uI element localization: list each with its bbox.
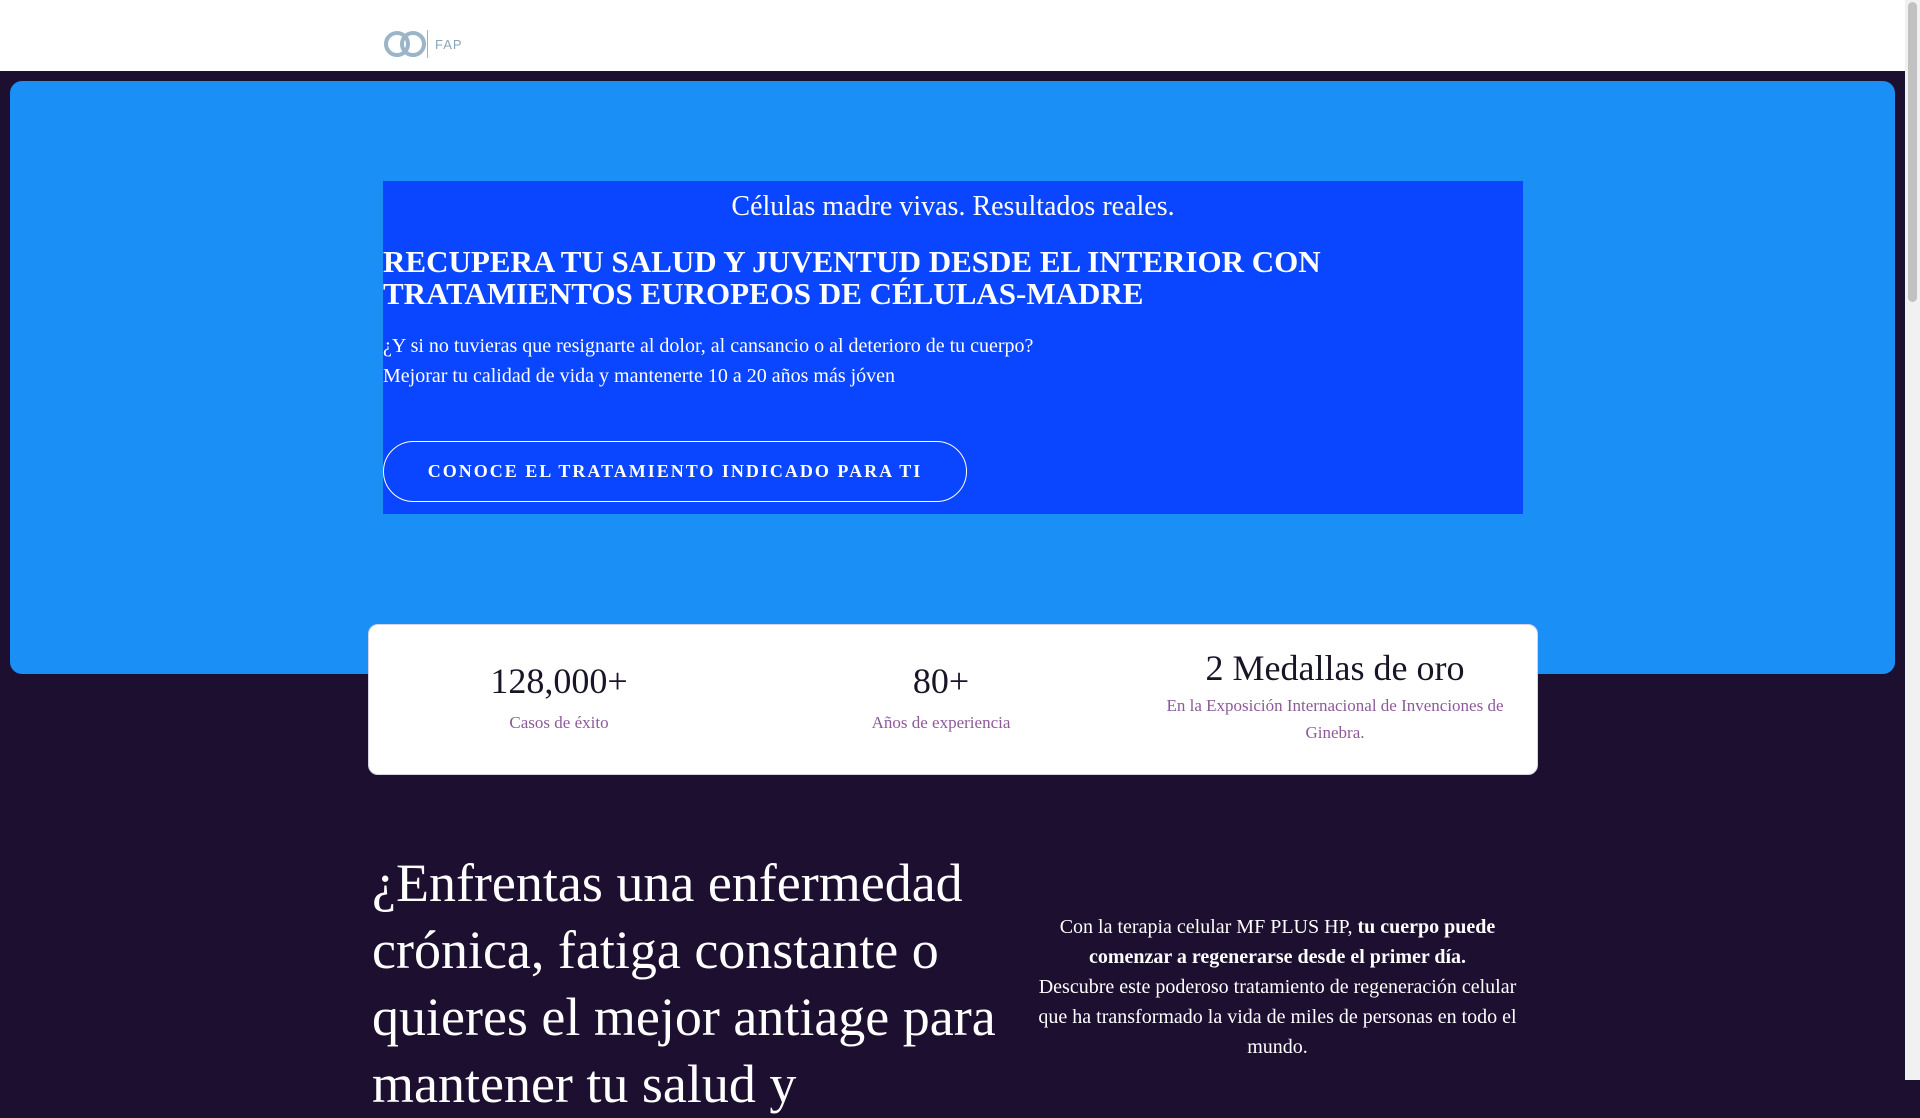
scrollbar[interactable] [1905, 0, 1920, 1080]
stat-value: 128,000+ [490, 661, 628, 701]
stat-label: Años de experiencia [871, 713, 1011, 733]
stat-value: 80+ [912, 661, 970, 701]
hero-intro-line-2: Mejorar tu calidad de vida y mantenerte … [383, 365, 896, 387]
stat-item-medals: 2 Medallas de oro En la Exposición Inter… [1141, 625, 1529, 776]
hero-panel: Células madre vivas. Resultados reales. … [383, 181, 1523, 514]
logo-text: FAP [435, 36, 463, 52]
section-paragraph-2: Descubre este poderoso tratamiento de re… [1038, 976, 1517, 1058]
hero-tagline: Células madre vivas. Resultados reales. [731, 191, 1175, 222]
section-title: ¿Enfrentas una enfermedad crónica, fatig… [372, 853, 996, 1114]
stat-item-cases: 128,000+ Casos de éxito [369, 625, 749, 776]
section-description: Con la terapia celular MF PLUS HP, tu cu… [1030, 912, 1525, 1062]
stat-item-experience: 80+ Años de experiencia [751, 625, 1131, 776]
site-logo[interactable]: FAP [383, 28, 467, 60]
cta-treatment-button[interactable]: CONOCE EL TRATAMIENTO INDICADO PARA TI [383, 441, 967, 502]
section-paragraph-1: Con la terapia celular MF PLUS HP, tu cu… [1030, 912, 1525, 972]
logo-divider [427, 30, 428, 58]
hero-intro-line-1: ¿Y si no tuvieras que resignarte al dolo… [383, 335, 1034, 357]
stat-label: Casos de éxito [509, 713, 609, 733]
hero-intro: ¿Y si no tuvieras que resignarte al dolo… [383, 331, 1483, 391]
stats-card: 128,000+ Casos de éxito 80+ Años de expe… [368, 624, 1538, 775]
stat-label: En la Exposición Internacional de Invenc… [1166, 696, 1504, 743]
infinity-rings-logo-icon [384, 31, 426, 57]
stat-value: 2 Medallas de oro [1205, 648, 1465, 688]
top-navigation-bar: FAP [0, 0, 1905, 71]
scrollbar-thumb[interactable] [1908, 2, 1917, 302]
section-text-prefix: Con la terapia celular MF PLUS HP, [1059, 916, 1358, 938]
hero-headline: RECUPERA TU SALUD Y JUVENTUD DESDE EL IN… [383, 244, 1321, 311]
